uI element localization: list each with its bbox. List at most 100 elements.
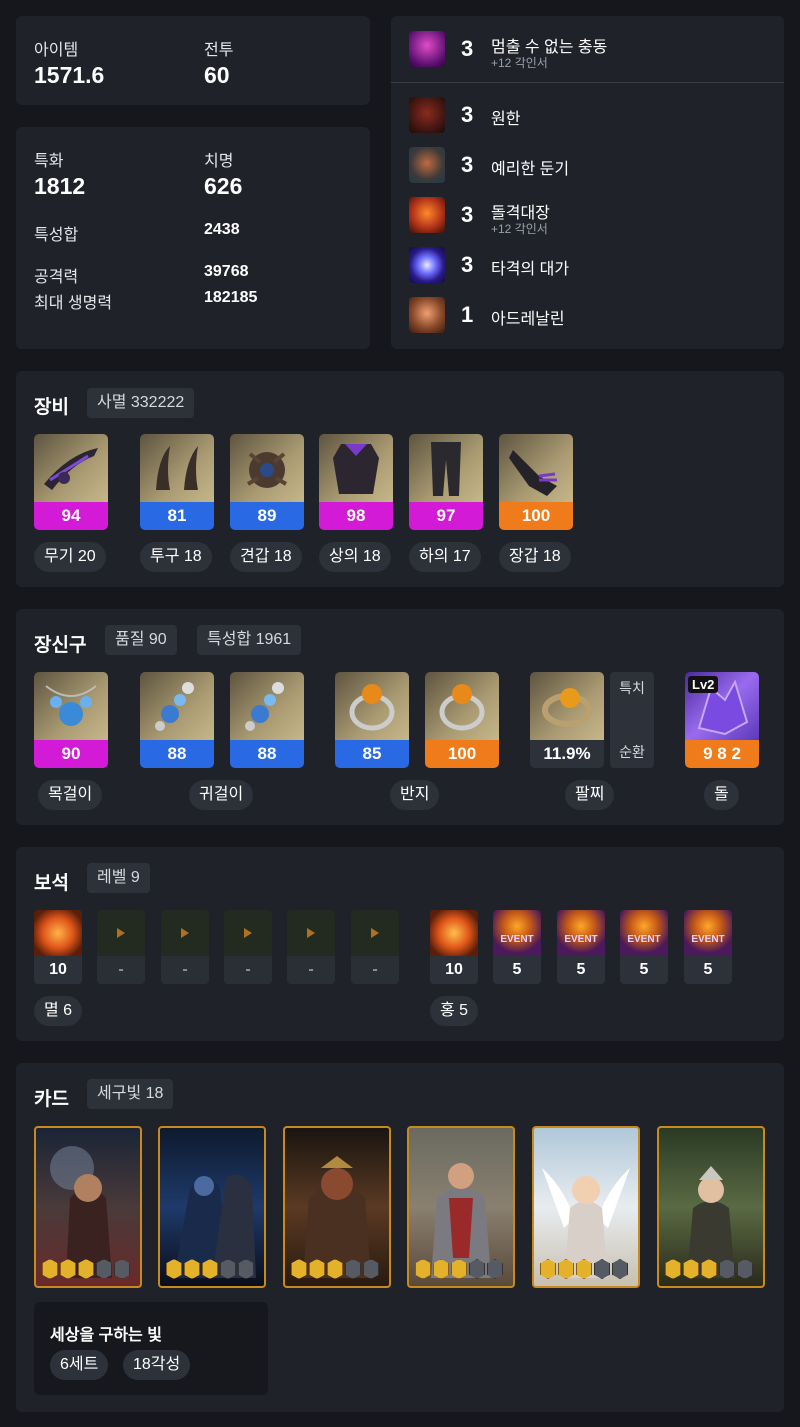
engraving-row[interactable]: 3 타격의 대가 (391, 240, 784, 290)
earring-slot[interactable]: 88 (230, 672, 304, 768)
pants-slot[interactable]: 97 (409, 434, 483, 530)
cards-title: 카드 (34, 1089, 69, 1110)
engraving-level: 3 (461, 202, 474, 227)
event-gem-icon: EVENT (557, 910, 605, 956)
earring-slot[interactable]: 88 (140, 672, 214, 768)
gem-level: 10 (34, 956, 82, 984)
chest-slot[interactable]: 98 (319, 434, 393, 530)
event-gem-icon: EVENT (620, 910, 668, 956)
equipment-set-tag: 사멸 332222 (87, 388, 195, 418)
shoulder-slot[interactable]: 89 (230, 434, 304, 530)
engraving-row[interactable]: 3 멈출 수 없는 충동 +12 각인서 (391, 24, 784, 74)
weapon-slot[interactable]: 94 (34, 434, 108, 530)
accessory-stat-tag: 특성합 1961 (197, 625, 302, 655)
crit-label: 치명 (204, 153, 234, 170)
master-brawler-icon (409, 247, 445, 283)
gem-level: - (351, 956, 399, 984)
accessories-title: 장신구 (34, 635, 87, 656)
ability-stone-slot[interactable]: Lv2 9 8 2 (685, 672, 759, 768)
gem-slot[interactable]: EVENT 5 (493, 910, 541, 984)
card-slot[interactable] (34, 1126, 142, 1288)
engraving-row[interactable]: 1 아드레날린 (391, 290, 784, 340)
event-gem-text: EVENT (627, 934, 661, 945)
quality-bar: 98 (319, 502, 393, 530)
card-slot[interactable] (657, 1126, 765, 1288)
accessory-quality-tag: 품질 90 (105, 625, 177, 655)
gem-level: 5 (557, 956, 605, 984)
engraving-sub: +12 각인서 (491, 56, 548, 70)
engraving-level: 3 (461, 252, 474, 277)
item-level-value: 1571.6 (34, 62, 105, 88)
quality-bar: 85 (335, 740, 409, 768)
card-awakening (415, 1259, 503, 1279)
stone-level-badge: Lv2 (688, 676, 719, 693)
helmet-slot[interactable]: 81 (140, 434, 214, 530)
doom-gem-summary: 멸 6 (34, 996, 83, 1026)
adrenaline-icon (409, 297, 445, 333)
card-slot[interactable] (532, 1126, 640, 1288)
bracelet-effects: 특치 순환 (610, 672, 654, 768)
card-set-name: 세상을 구하는 빛 (50, 1327, 162, 1344)
weapon-label: 무기 20 (34, 542, 106, 572)
card-awakening (166, 1259, 254, 1279)
gloves-label: 장갑 18 (499, 542, 571, 572)
ring-slot[interactable]: 85 (335, 672, 409, 768)
spec-label: 특화 (34, 153, 64, 170)
card-slot[interactable] (407, 1126, 515, 1288)
gem-level: - (161, 956, 209, 984)
gem-slot[interactable]: - (97, 910, 145, 984)
engraving-sub: +12 각인서 (491, 222, 548, 236)
ring-icon (425, 672, 499, 740)
quality-bar: 89 (230, 502, 304, 530)
gem-level: 5 (684, 956, 732, 984)
gem-level: - (287, 956, 335, 984)
stone-label: 돌 (704, 780, 739, 810)
gem-slot[interactable]: - (161, 910, 209, 984)
engraving-level: 3 (461, 102, 474, 127)
empty-gem-icon (161, 910, 209, 956)
quality-bar: 97 (409, 502, 483, 530)
gem-slot[interactable]: EVENT 5 (620, 910, 668, 984)
gem-slot[interactable]: - (287, 910, 335, 984)
engraving-divider (391, 82, 784, 83)
grudge-icon (409, 97, 445, 133)
gem-level: - (97, 956, 145, 984)
card-slot[interactable] (158, 1126, 266, 1288)
quality-bar: 88 (230, 740, 304, 768)
gem-slot[interactable]: EVENT 5 (557, 910, 605, 984)
stat-total-label: 특성합 (34, 227, 79, 244)
attack-value: 39768 (204, 263, 249, 280)
helmet-label: 투구 18 (140, 542, 212, 572)
ring-slot[interactable]: 100 (425, 672, 499, 768)
gem-slot[interactable]: 10 (34, 910, 82, 984)
engraving-name: 아드레날린 (491, 311, 565, 328)
gem-slot[interactable]: 10 (430, 910, 478, 984)
card-slot[interactable] (283, 1126, 391, 1288)
ring-label: 반지 (390, 780, 440, 810)
quality-bar: 81 (140, 502, 214, 530)
gloves-slot[interactable]: 100 (499, 434, 573, 530)
gem-level: 5 (493, 956, 541, 984)
chest-label: 상의 18 (319, 542, 391, 572)
gem-slot[interactable]: EVENT 5 (684, 910, 732, 984)
bracelet-effect: 특치 (619, 680, 645, 696)
gloves-icon (499, 434, 573, 502)
earring-icon (140, 672, 214, 740)
gem-slot[interactable]: - (351, 910, 399, 984)
combat-level-value: 60 (204, 62, 230, 88)
card-awakening (665, 1259, 753, 1279)
gems-title: 보석 (34, 873, 69, 894)
engraving-name: 예리한 둔기 (491, 161, 570, 178)
engraving-row[interactable]: 3 예리한 둔기 (391, 140, 784, 190)
keen-blunt-icon (409, 147, 445, 183)
crimson-gem-summary: 홍 5 (430, 996, 479, 1026)
engraving-name: 타격의 대가 (491, 261, 570, 278)
gem-slot[interactable]: - (224, 910, 272, 984)
engraving-row[interactable]: 3 돌격대장 +12 각인서 (391, 190, 784, 240)
bracelet-slot[interactable]: 11.9% (530, 672, 604, 768)
engraving-row[interactable]: 3 원한 (391, 90, 784, 140)
empty-gem-icon (224, 910, 272, 956)
necklace-slot[interactable]: 90 (34, 672, 108, 768)
bracelet-effect: 순환 (619, 744, 645, 760)
engraving-level: 3 (461, 152, 474, 177)
